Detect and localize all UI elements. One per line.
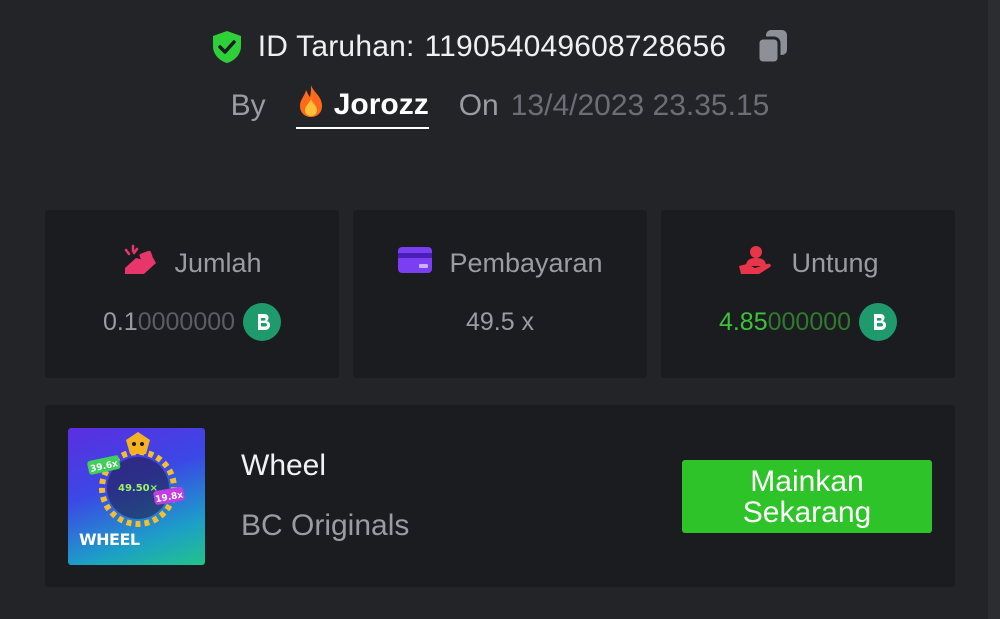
payout-value: 49.5 x — [465, 307, 535, 336]
profit-value-main: 4.85 — [718, 307, 768, 336]
game-panel: 39.6x 19.8x 49.50× WHEEL Wheel BC Origin… — [45, 405, 955, 587]
profit-label: Untung — [791, 247, 879, 278]
payout-header: Pembayaran — [397, 244, 603, 282]
by-label: By — [230, 89, 266, 122]
profit-hand-icon — [737, 244, 775, 283]
payout-card: Pembayaran 49.5 x — [353, 210, 647, 378]
game-thumbnail[interactable]: 39.6x 19.8x 49.50× WHEEL — [68, 428, 205, 565]
payout-value-row: 49.5 x — [466, 302, 534, 342]
shield-check-icon — [210, 29, 244, 65]
amount-value-trail: 0000000 — [137, 307, 236, 336]
profit-value: 4.85000000 — [718, 302, 898, 342]
on-label: On — [458, 89, 499, 122]
bet-date: 13/4/2023 23.35.15 — [510, 89, 770, 122]
username-link[interactable]: Jorozz — [295, 84, 429, 129]
amount-header: Jumlah — [122, 244, 262, 283]
game-provider: BC Originals — [241, 509, 410, 542]
amount-value: 0.10000000 — [102, 302, 282, 342]
amount-label: Jumlah — [174, 247, 262, 278]
bet-id-text: ID Taruhan: 119054049608728656 — [258, 30, 726, 64]
thumb-multiplier-center: 49.50× — [118, 483, 158, 494]
amount-value-main: 0.1 — [102, 307, 138, 336]
bc-coin-icon — [859, 303, 898, 341]
game-name[interactable]: Wheel — [241, 449, 326, 483]
money-hand-icon — [122, 244, 158, 283]
bet-id-label: ID Taruhan: — [257, 30, 415, 63]
thumb-word: WHEEL — [79, 530, 140, 549]
credit-card-icon — [397, 246, 433, 281]
play-now-button[interactable]: Mainkan Sekarang — [682, 460, 932, 533]
username: Jorozz — [333, 87, 429, 121]
fire-icon — [296, 84, 326, 126]
bet-stats: Jumlah 0.10000000 Pembayaran 49.5 x Untu… — [45, 210, 955, 378]
amount-card: Jumlah 0.10000000 — [45, 210, 339, 378]
profit-card: Untung 4.85000000 — [661, 210, 955, 378]
bet-id-row: ID Taruhan: 119054049608728656 — [0, 24, 1000, 70]
bet-id-value: 119054049608728656 — [424, 30, 727, 63]
copy-icon[interactable] — [754, 27, 790, 67]
bet-author-row: By Jorozz On 13/4/2023 23.35.15 — [0, 84, 1000, 129]
profit-value-trail: 000000 — [767, 307, 852, 336]
payout-label: Pembayaran — [449, 247, 603, 278]
bc-coin-icon — [243, 303, 282, 341]
profit-header: Untung — [737, 244, 879, 283]
